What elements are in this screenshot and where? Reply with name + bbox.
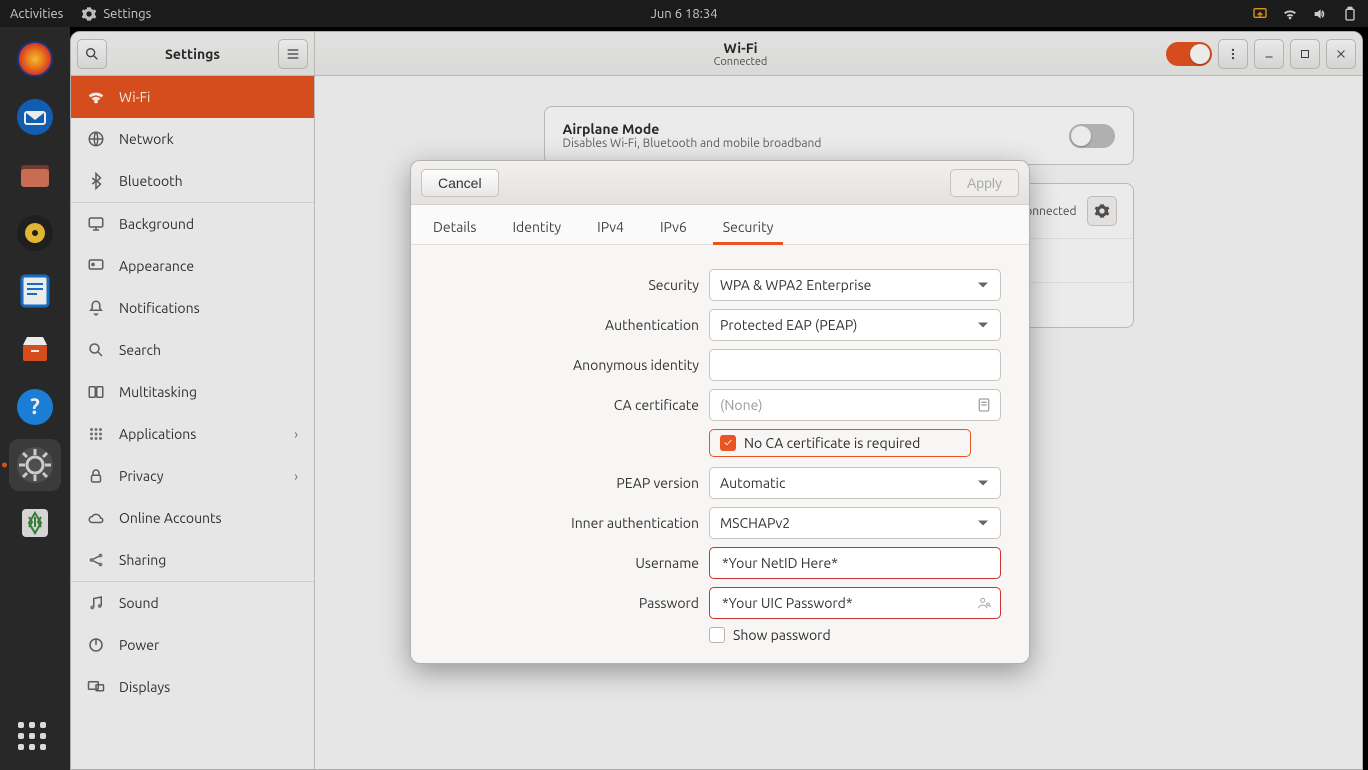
label-peap-version: PEAP version (439, 475, 699, 491)
dialog-tabs: Details Identity IPv4 IPv6 Security (411, 205, 1029, 245)
dialog-form: Security WPA & WPA2 Enterprise Authentic… (411, 245, 1029, 663)
no-ca-checkbox[interactable]: ✓ (720, 435, 736, 451)
show-password-checkbox[interactable] (709, 627, 725, 643)
user-key-icon (976, 595, 992, 611)
label-inner-auth: Inner authentication (439, 515, 699, 531)
tab-identity[interactable]: Identity (508, 209, 565, 244)
no-ca-label: No CA certificate is required (744, 435, 920, 451)
cancel-button[interactable]: Cancel (421, 169, 499, 197)
tab-ipv6[interactable]: IPv6 (656, 209, 691, 244)
authentication-select[interactable]: Protected EAP (PEAP) (709, 309, 1001, 341)
ca-cert-chooser[interactable]: (None) (709, 389, 1001, 421)
label-anon-identity: Anonymous identity (439, 357, 699, 373)
label-auth: Authentication (439, 317, 699, 333)
username-input[interactable] (709, 547, 1001, 579)
no-ca-required-box[interactable]: ✓ No CA certificate is required (709, 429, 971, 457)
apply-button[interactable]: Apply (950, 169, 1019, 197)
show-password-label: Show password (733, 627, 831, 643)
inner-auth-select[interactable]: MSCHAPv2 (709, 507, 1001, 539)
label-ca-cert: CA certificate (439, 397, 699, 413)
tab-details[interactable]: Details (429, 209, 480, 244)
anon-identity-input[interactable] (709, 349, 1001, 381)
label-username: Username (439, 555, 699, 571)
file-icon (976, 397, 992, 413)
tab-security[interactable]: Security (719, 209, 778, 244)
dialog-header: Cancel Apply (411, 161, 1029, 205)
peap-version-select[interactable]: Automatic (709, 467, 1001, 499)
password-input[interactable] (709, 587, 1001, 619)
label-password: Password (439, 595, 699, 611)
security-select[interactable]: WPA & WPA2 Enterprise (709, 269, 1001, 301)
label-security: Security (439, 277, 699, 293)
show-password-row[interactable]: Show password (709, 627, 1001, 643)
wifi-security-dialog: Cancel Apply DetailsIdentityIPv4IPv6Secu… (410, 160, 1030, 664)
tab-ipv4[interactable]: IPv4 (593, 209, 628, 244)
